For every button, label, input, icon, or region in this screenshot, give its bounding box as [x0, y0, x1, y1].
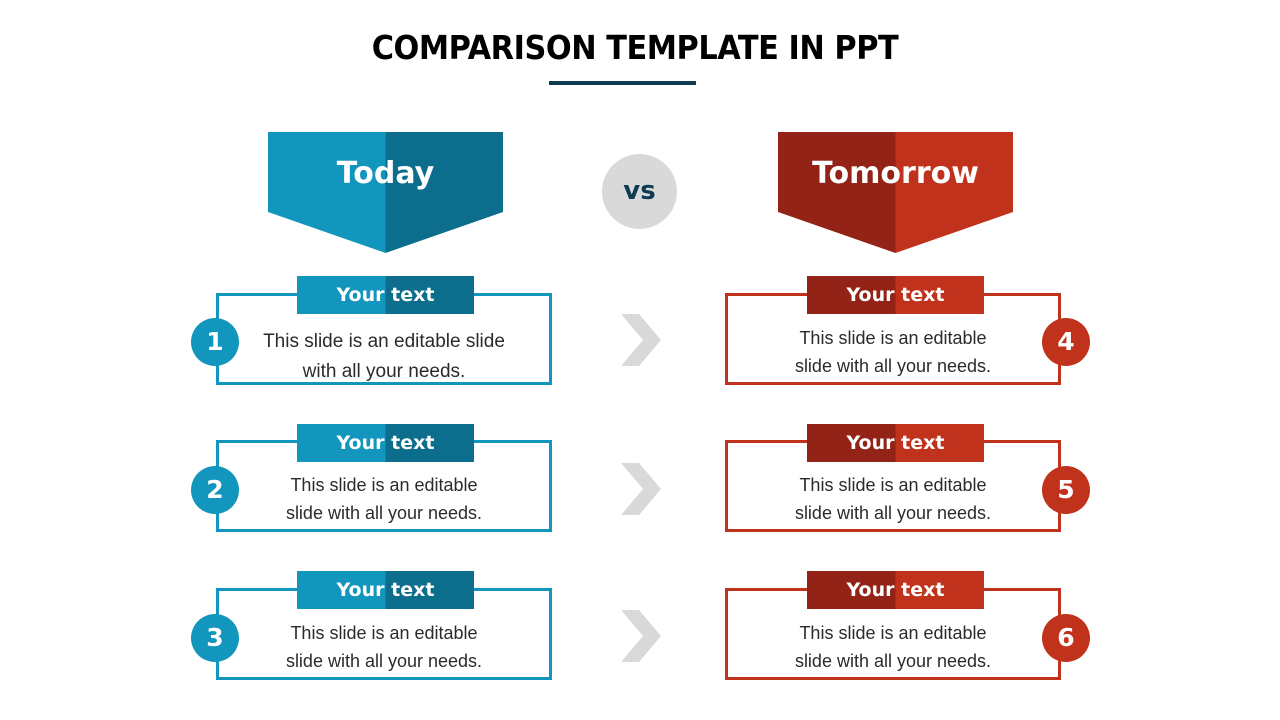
card-tag: Your text: [297, 424, 474, 462]
card-text: This slide is an editable slide with all…: [263, 331, 505, 382]
card-tag: Your text: [807, 276, 984, 314]
vs-badge: vs: [602, 154, 677, 229]
card-text: This slide is an editable slide with all…: [794, 623, 992, 671]
card-tag: Your text: [807, 571, 984, 609]
number-badge: 4: [1042, 318, 1090, 366]
title-underline: [549, 81, 696, 85]
tomorrow-heading: Tomorrow: [812, 156, 979, 191]
card-text: This slide is an editable slide with all…: [794, 475, 992, 523]
number-badge: 3: [191, 614, 239, 662]
card-tag: Your text: [297, 276, 474, 314]
pentagon-down-shape: [778, 132, 1013, 253]
chevron-right-icon: [621, 463, 661, 515]
card-text: This slide is an editable slide with all…: [285, 623, 483, 671]
slide-title: COMPARISON TEMPLATE IN PPT: [371, 28, 899, 67]
number-badge: 1: [191, 318, 239, 366]
card-tag: Your text: [297, 571, 474, 609]
card-text: This slide is an editable slide with all…: [285, 475, 483, 523]
card-tag: Your text: [807, 424, 984, 462]
card-text: This slide is an editable slide with all…: [794, 328, 992, 376]
pentagon-down-shape: [268, 132, 503, 253]
number-badge: 6: [1042, 614, 1090, 662]
number-badge: 5: [1042, 466, 1090, 514]
chevron-right-icon: [621, 610, 661, 662]
number-badge: 2: [191, 466, 239, 514]
today-banner: Today: [268, 132, 503, 253]
chevron-right-icon: [621, 314, 661, 366]
tomorrow-banner: Tomorrow: [778, 132, 1013, 253]
today-heading: Today: [336, 156, 435, 191]
